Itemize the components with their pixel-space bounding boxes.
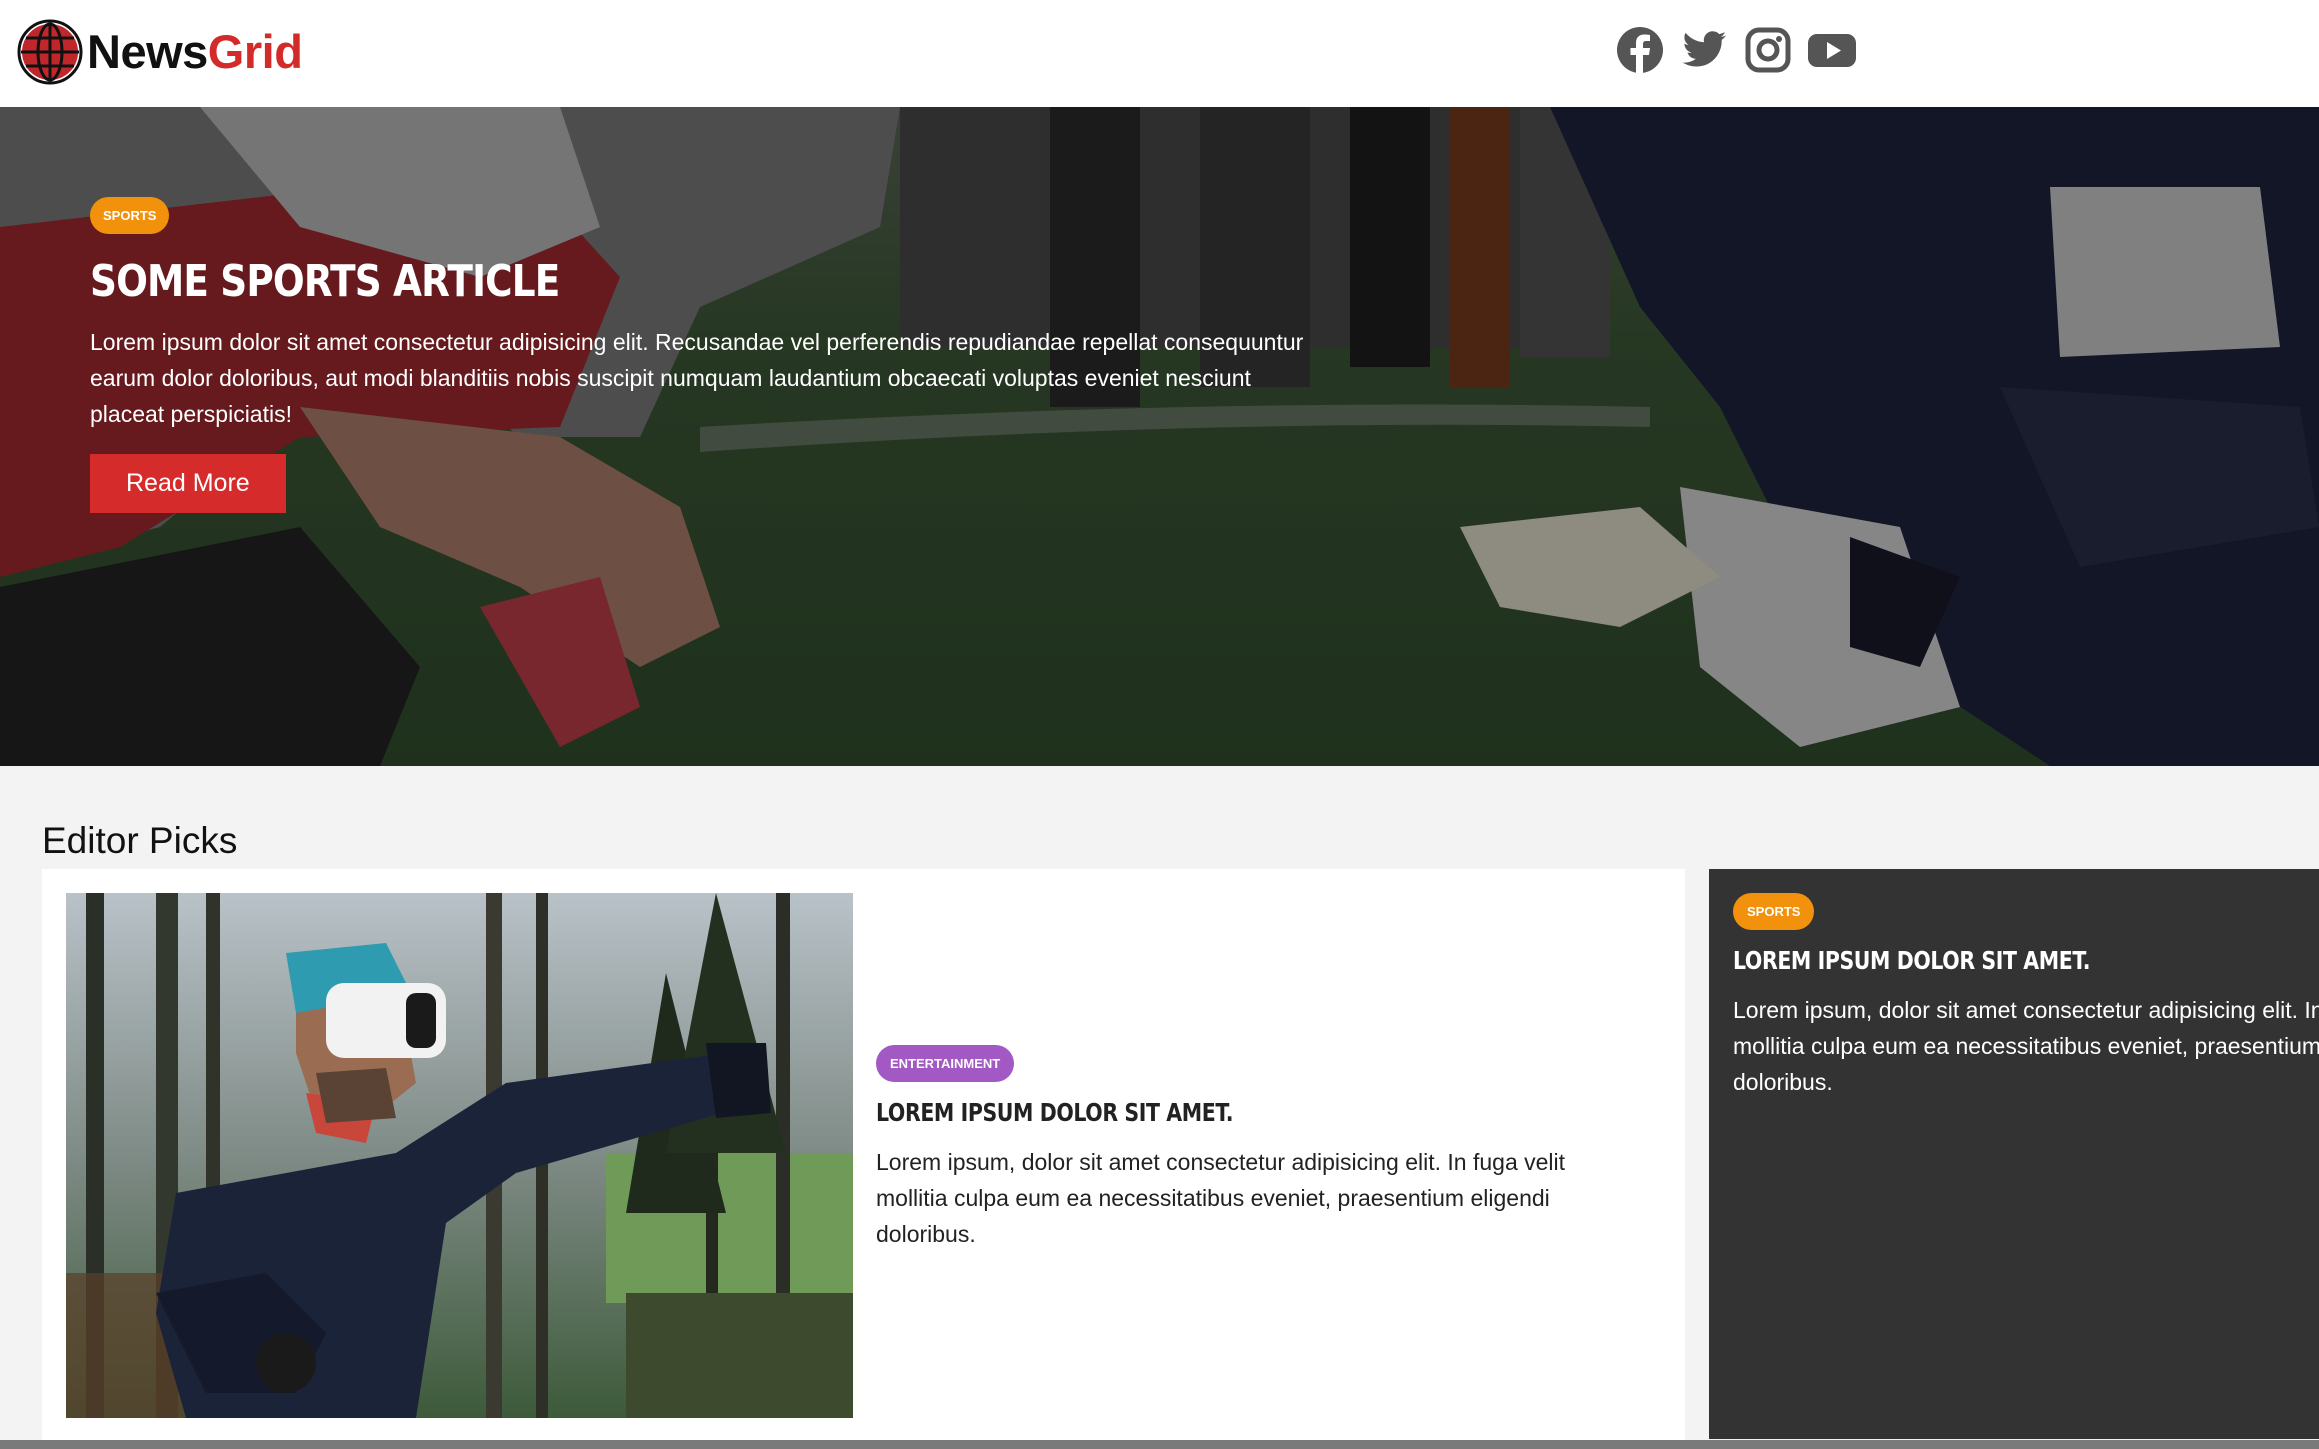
instagram-icon — [1745, 27, 1791, 73]
site-header: NewsGrid — [0, 0, 2319, 107]
hero-content: SPORTS SOME SPORTS ARTICLE Lorem ipsum d… — [90, 197, 1390, 513]
logo-news: News — [87, 25, 208, 78]
facebook-icon — [1617, 27, 1663, 73]
article-body: ENTERTAINMENT LOREM IPSUM DOLOR SIT AMET… — [876, 1045, 1636, 1252]
twitter-link[interactable] — [1672, 24, 1736, 76]
social-links — [1608, 24, 1864, 76]
twitter-icon — [1682, 31, 1727, 67]
site-logo[interactable]: NewsGrid — [17, 19, 303, 85]
logo-text: NewsGrid — [87, 19, 303, 85]
article-card[interactable]: ENTERTAINMENT LOREM IPSUM DOLOR SIT AMET… — [42, 869, 1685, 1449]
category-badge[interactable]: ENTERTAINMENT — [876, 1045, 1015, 1082]
article-body: SPORTS LOREM IPSUM DOLOR SIT AMET. Lorem… — [1733, 893, 2319, 1100]
article-title[interactable]: LOREM IPSUM DOLOR SIT AMET. — [876, 1096, 1499, 1130]
youtube-link[interactable] — [1800, 24, 1864, 76]
article-image[interactable] — [66, 893, 853, 1418]
facebook-link[interactable] — [1608, 24, 1672, 76]
section-title: Editor Picks — [42, 820, 238, 861]
page-bottom-divider — [0, 1440, 2319, 1449]
read-more-button[interactable]: Read More — [90, 454, 286, 513]
category-badge[interactable]: SPORTS — [90, 197, 170, 234]
category-badge[interactable]: SPORTS — [1733, 893, 1815, 930]
hero-banner: SPORTS SOME SPORTS ARTICLE Lorem ipsum d… — [0, 107, 2319, 766]
hero-title[interactable]: SOME SPORTS ARTICLE — [90, 254, 1195, 310]
globe-icon — [17, 19, 83, 85]
hero-excerpt: Lorem ipsum dolor sit amet consectetur a… — [90, 329, 1304, 427]
article-card[interactable]: SPORTS LOREM IPSUM DOLOR SIT AMET. Lorem… — [1709, 869, 2319, 1439]
vr-photo — [66, 893, 853, 1418]
article-excerpt: Lorem ipsum, dolor sit amet consectetur … — [1733, 997, 2319, 1095]
youtube-icon — [1808, 34, 1856, 67]
article-excerpt: Lorem ipsum, dolor sit amet consectetur … — [876, 1149, 1566, 1247]
article-title[interactable]: LOREM IPSUM DOLOR SIT AMET. — [1733, 944, 2319, 978]
logo-grid: Grid — [207, 25, 303, 78]
instagram-link[interactable] — [1736, 24, 1800, 76]
